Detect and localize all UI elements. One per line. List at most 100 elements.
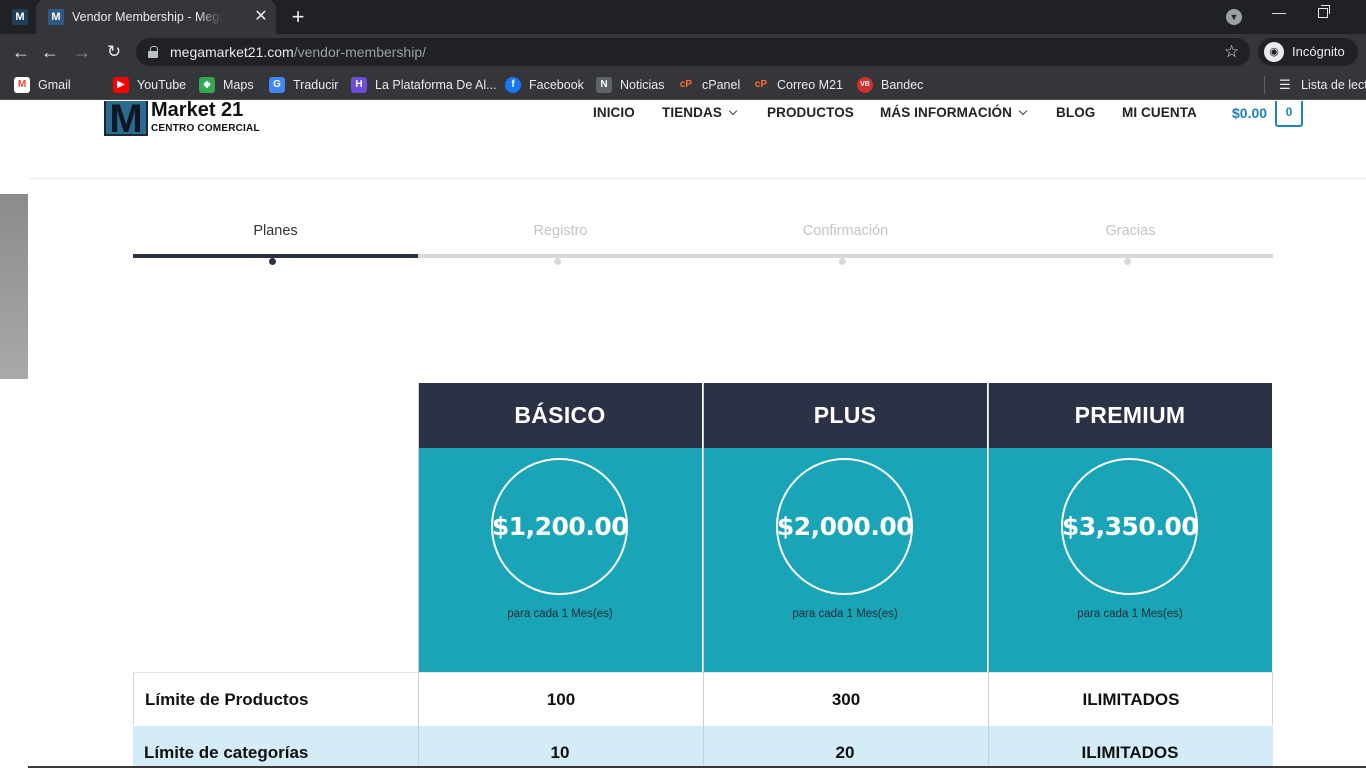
logo-subtitle: CENTRO COMERCIAL (151, 123, 260, 134)
step-planes[interactable]: Planes (133, 223, 418, 239)
bookmark-label: La Plataforma De Al... (375, 78, 497, 92)
logo-name: Market 21 (151, 101, 244, 121)
bookmark-label: cPanel (702, 78, 741, 92)
tab-close-icon[interactable]: ✕ (252, 8, 270, 26)
bookmark-plataforma[interactable]: H La Plataforma De Al... (351, 77, 497, 93)
cart-count: 0 (1285, 105, 1293, 119)
bookmark-star-icon[interactable]: ☆ (1224, 42, 1239, 62)
url-path: /vendor-membership/ (293, 44, 426, 60)
news-icon: N (596, 77, 612, 93)
tab-title: Vendor Membership - Mega-Market 21 (72, 9, 222, 25)
url-domain: megamarket21.com (170, 44, 294, 60)
bookmark-gmail[interactable]: M Gmail (14, 77, 71, 93)
plan-price: $1,200.00 (491, 512, 629, 541)
feature-value-basico: 100 (546, 690, 576, 709)
incognito-label: Incógnito (1292, 44, 1345, 59)
step-registro[interactable]: Registro (418, 223, 703, 239)
reading-list-button[interactable]: ☰ Lista de lectura (1277, 77, 1366, 93)
back-arrow-icon[interactable]: ← (38, 40, 62, 64)
bookmark-noticias[interactable]: N Noticias (596, 77, 664, 93)
gmail-icon: M (14, 77, 30, 93)
step-gracias[interactable]: Gracias (988, 223, 1273, 239)
bookmark-traducir[interactable]: G Traducir (269, 77, 338, 93)
browser-toolbar: ← ← → ↻ megamarket21.com/vendor-membersh… (0, 34, 1366, 70)
pinned-tab-favicon[interactable]: M (12, 9, 28, 25)
translate-icon: G (269, 77, 285, 93)
bookmarks-divider (1264, 76, 1265, 94)
cpanel-mail-icon: cP (754, 79, 768, 90)
bookmark-label: Gmail (38, 78, 71, 92)
forward-button[interactable]: → (70, 40, 94, 64)
bookmarks-bar: M Gmail ▶ YouTube ◆ Maps G Traducir H La Plat… (0, 70, 1366, 100)
column-divider (988, 383, 989, 768)
plan-price: $2,000.00 (776, 512, 914, 541)
address-bar[interactable]: megamarket21.com/vendor-membership/ ☆ (136, 38, 1250, 66)
side-panel-shadow (0, 194, 28, 379)
reload-button[interactable]: ↻ (102, 40, 126, 64)
bookmark-label: Facebook (529, 78, 584, 92)
reading-list-label: Lista de lectura (1301, 78, 1366, 92)
header-divider (28, 178, 1366, 179)
feature-value-plus: 20 (835, 743, 855, 762)
bookmark-bandec[interactable]: VB Bandec (857, 77, 923, 93)
plan-price: $3,350.00 (1061, 512, 1199, 541)
tab-strip: M M Vendor Membership - Mega-Market 21 ✕… (0, 0, 1366, 34)
bandec-icon: VB (857, 77, 873, 93)
active-tab[interactable]: M Vendor Membership - Mega-Market 21 ✕ (36, 0, 276, 34)
maps-icon: ◆ (199, 77, 215, 93)
step-dot (1124, 258, 1131, 265)
plan-price-area: $2,000.00 para cada 1 Mes(es) (703, 448, 987, 672)
new-tab-button[interactable]: + (286, 5, 310, 29)
nav-label: TIENDAS (662, 105, 722, 120)
plan-period: para cada 1 Mes(es) (792, 608, 898, 620)
nav-label: MÁS INFORMACIÓN (880, 105, 1012, 120)
bookmark-label: Correo M21 (777, 78, 843, 92)
step-confirmacion[interactable]: Confirmación (703, 223, 988, 239)
plan-name: PLUS (703, 383, 987, 448)
chevron-down-icon (1018, 106, 1028, 116)
bookmark-youtube[interactable]: ▶ YouTube (113, 77, 186, 93)
bookmark-label: YouTube (137, 78, 187, 92)
reading-list-icon: ☰ (1279, 77, 1291, 92)
chevron-down-icon (728, 106, 738, 116)
plan-price-area: $3,350.00 para cada 1 Mes(es) (988, 448, 1272, 672)
url-text[interactable]: megamarket21.com/vendor-membership/ (170, 44, 426, 60)
plan-basico[interactable]: BÁSICO $1,200.00 para cada 1 Mes(es) (418, 383, 702, 672)
back-button[interactable]: ← (9, 40, 33, 64)
bookmark-correo-m21[interactable]: cP Correo M21 (753, 77, 843, 93)
nav-tiendas[interactable]: TIENDAS (662, 105, 738, 121)
nav-mi-cuenta[interactable]: MI CUENTA (1122, 105, 1197, 121)
step-progress-active (133, 254, 418, 258)
step-dot (839, 258, 846, 265)
feature-label: Límite de categorías (144, 743, 309, 762)
bookmark-maps[interactable]: ◆ Maps (199, 77, 254, 93)
incognito-indicator[interactable]: ◉ Incógnito (1258, 38, 1358, 66)
page-content: M Market 21 CENTRO COMERCIAL INICIO TIEN… (0, 101, 1366, 768)
lock-icon[interactable] (148, 46, 158, 58)
step-dot-active (269, 258, 276, 265)
restore-window-button[interactable] (1318, 5, 1330, 18)
bookmark-label: Traducir (293, 78, 339, 92)
column-divider (703, 383, 704, 768)
step-progress-track (418, 254, 1273, 258)
cart-icon[interactable]: 0 (1275, 101, 1303, 127)
nav-productos[interactable]: PRODUCTOS (767, 105, 854, 121)
plan-period: para cada 1 Mes(es) (507, 608, 613, 620)
bookmark-label: Bandec (881, 78, 924, 92)
nav-mas-informacion[interactable]: MÁS INFORMACIÓN (880, 105, 1028, 121)
facebook-icon: f (505, 77, 521, 93)
plan-name: BÁSICO (418, 383, 702, 448)
plan-plus[interactable]: PLUS $2,000.00 para cada 1 Mes(es) (703, 383, 987, 672)
bookmark-facebook[interactable]: f Facebook (505, 77, 584, 93)
nav-blog[interactable]: BLOG (1056, 105, 1095, 121)
bookmark-cpanel[interactable]: cP cPanel (678, 77, 740, 93)
plan-premium[interactable]: PREMIUM $3,350.00 para cada 1 Mes(es) (988, 383, 1272, 672)
feature-value-premium: ILIMITADOS (1082, 690, 1180, 709)
feature-label: Límite de Productos (145, 690, 309, 709)
minimize-window-button[interactable]: — (1272, 4, 1286, 20)
site-logo[interactable]: M Market 21 CENTRO COMERCIAL (104, 101, 264, 139)
cart-total[interactable]: $0.00 (1232, 105, 1267, 121)
tab-search-icon[interactable]: ▼ (1226, 9, 1242, 25)
nav-inicio[interactable]: INICIO (593, 105, 635, 121)
plan-price-area: $1,200.00 para cada 1 Mes(es) (418, 448, 702, 672)
